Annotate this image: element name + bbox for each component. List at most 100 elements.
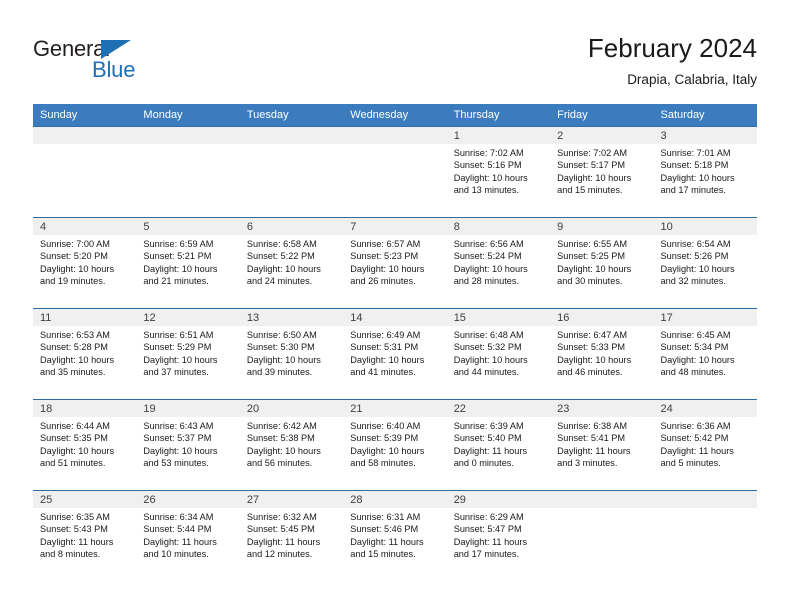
calendar-day-cell[interactable]: 17 Sunrise: 6:45 AM Sunset: 5:34 PM Dayligh… [653,308,757,400]
daylight-text: Daylight: 10 hours [557,263,632,274]
calendar-day-cell[interactable]: 11 Sunrise: 6:53 AM Sunset: 5:28 PM Dayligh… [33,308,137,400]
day-cell-inner: 25 Sunrise: 6:35 AM Sunset: 5:43 PM Dayligh… [33,491,137,581]
calendar-day-cell[interactable]: 24 Sunrise: 6:36 AM Sunset: 5:42 PM Dayligh… [653,399,757,491]
calendar-day-cell[interactable]: 21 Sunrise: 6:40 AM Sunset: 5:39 PM Dayligh… [343,399,447,491]
daylight-text: Daylight: 10 hours [40,354,115,365]
sunset-text: Sunset: 5:31 PM [350,342,419,353]
day-details [343,144,446,147]
daylight-text: Daylight: 10 hours [660,263,735,274]
day-details [240,144,343,147]
calendar-day-cell[interactable]: 8 Sunrise: 6:56 AM Sunset: 5:24 PM Daylight… [446,217,551,309]
day-number: 20 [239,400,344,417]
calendar-day-cell[interactable]: 25 Sunrise: 6:35 AM Sunset: 5:43 PM Dayligh… [33,490,137,581]
daylight-text-cont: and 15 minutes. [350,549,416,560]
calendar-day-cell[interactable]: 4 Sunrise: 7:00 AM Sunset: 5:20 PM Daylight… [33,217,137,309]
sunset-text: Sunset: 5:42 PM [660,433,729,444]
calendar-day-cell[interactable]: 1 Sunrise: 7:02 AM Sunset: 5:16 PM Daylight… [446,126,551,218]
calendar-day-cell[interactable]: 2 Sunrise: 7:02 AM Sunset: 5:17 PM Daylight… [550,126,654,218]
calendar-table: Sunday Monday Tuesday Wednesday Thursday… [33,104,757,581]
day-cell-inner: 15 Sunrise: 6:48 AM Sunset: 5:32 PM Dayligh… [446,309,551,399]
daylight-text-cont: and 8 minutes. [40,549,101,560]
daylight-text-cont: and 48 minutes. [660,367,726,378]
day-number [550,491,654,508]
sunrise-text: Sunrise: 7:02 AM [453,148,524,158]
day-number: 22 [446,400,551,417]
daylight-text-cont: and 26 minutes. [350,276,416,287]
sunset-text: Sunset: 5:16 PM [453,160,522,171]
sunrise-text: Sunrise: 6:57 AM [350,239,421,249]
calendar-day-cell[interactable]: 20 Sunrise: 6:42 AM Sunset: 5:38 PM Dayligh… [239,399,344,491]
calendar-day-cell[interactable]: 27 Sunrise: 6:32 AM Sunset: 5:45 PM Dayligh… [239,490,344,581]
sunrise-text: Sunrise: 6:31 AM [350,512,421,522]
calendar-day-cell[interactable]: 6 Sunrise: 6:58 AM Sunset: 5:22 PM Daylight… [239,217,344,309]
daylight-text-cont: and 32 minutes. [660,276,726,287]
calendar-day-cell[interactable]: 16 Sunrise: 6:47 AM Sunset: 5:33 PM Dayligh… [550,308,654,400]
daylight-text: Daylight: 11 hours [453,445,528,456]
calendar-day-cell[interactable]: 13 Sunrise: 6:50 AM Sunset: 5:30 PM Dayligh… [239,308,344,400]
daylight-text-cont: and 17 minutes. [660,185,726,196]
day-details: Sunrise: 6:40 AM Sunset: 5:39 PM Daylight:… [343,417,446,470]
day-cell-inner [653,491,757,581]
calendar-day-cell[interactable]: 12 Sunrise: 6:51 AM Sunset: 5:29 PM Dayligh… [136,308,240,400]
calendar-day-cell[interactable]: 15 Sunrise: 6:48 AM Sunset: 5:32 PM Dayligh… [446,308,551,400]
general-blue-logo[interactable]: General Blue [33,36,163,84]
sunrise-text: Sunrise: 6:36 AM [660,421,731,431]
day-details: Sunrise: 6:47 AM Sunset: 5:33 PM Daylight:… [550,326,653,379]
sunset-text: Sunset: 5:39 PM [350,433,419,444]
day-cell-inner: 24 Sunrise: 6:36 AM Sunset: 5:42 PM Dayligh… [653,400,757,490]
sunrise-text: Sunrise: 6:55 AM [557,239,628,249]
daylight-text-cont: and 0 minutes. [453,458,514,469]
day-details: Sunrise: 6:51 AM Sunset: 5:29 PM Daylight:… [136,326,239,379]
sunset-text: Sunset: 5:20 PM [40,251,108,262]
daylight-text: Daylight: 10 hours [660,172,735,183]
calendar-day-cell[interactable]: 3 Sunrise: 7:01 AM Sunset: 5:18 PM Daylight… [653,126,757,218]
calendar-day-cell[interactable]: 10 Sunrise: 6:54 AM Sunset: 5:26 PM Dayligh… [653,217,757,309]
day-number: 23 [550,400,654,417]
daylight-text-cont: and 46 minutes. [557,367,623,378]
day-cell-inner: 23 Sunrise: 6:38 AM Sunset: 5:41 PM Dayligh… [550,400,654,490]
calendar-empty-cell [33,126,137,218]
day-details: Sunrise: 6:42 AM Sunset: 5:38 PM Daylight:… [240,417,343,470]
daylight-text: Daylight: 10 hours [143,354,218,365]
sunset-text: Sunset: 5:41 PM [557,433,626,444]
calendar-empty-cell [239,126,344,218]
daylight-text: Daylight: 11 hours [557,445,631,456]
day-cell-inner: 5 Sunrise: 6:59 AM Sunset: 5:21 PM Daylight… [136,218,240,308]
calendar-day-cell[interactable]: 26 Sunrise: 6:34 AM Sunset: 5:44 PM Dayligh… [136,490,240,581]
day-details: Sunrise: 6:53 AM Sunset: 5:28 PM Daylight:… [33,326,136,379]
calendar-day-cell[interactable]: 29 Sunrise: 6:29 AM Sunset: 5:47 PM Dayligh… [446,490,551,581]
day-cell-inner: 20 Sunrise: 6:42 AM Sunset: 5:38 PM Dayligh… [239,400,344,490]
calendar-day-cell[interactable]: 7 Sunrise: 6:57 AM Sunset: 5:23 PM Daylight… [343,217,447,309]
day-details: Sunrise: 6:29 AM Sunset: 5:47 PM Daylight:… [447,508,550,561]
day-number: 6 [239,218,344,235]
daylight-text-cont: and 39 minutes. [246,367,313,378]
sunrise-text: Sunrise: 6:43 AM [143,421,214,431]
daylight-text: Daylight: 10 hours [660,354,735,365]
day-number [653,491,757,508]
sunset-text: Sunset: 5:23 PM [350,251,419,262]
calendar-day-cell[interactable]: 14 Sunrise: 6:49 AM Sunset: 5:31 PM Dayligh… [343,308,447,400]
calendar-day-cell[interactable]: 23 Sunrise: 6:38 AM Sunset: 5:41 PM Dayligh… [550,399,654,491]
calendar-day-cell[interactable]: 18 Sunrise: 6:44 AM Sunset: 5:35 PM Dayligh… [33,399,137,491]
day-number: 18 [33,400,137,417]
daylight-text-cont: and 30 minutes. [557,276,623,287]
day-cell-inner: 21 Sunrise: 6:40 AM Sunset: 5:39 PM Dayligh… [343,400,447,490]
calendar-day-cell[interactable]: 5 Sunrise: 6:59 AM Sunset: 5:21 PM Daylight… [136,217,240,309]
day-number: 29 [446,491,551,508]
daylight-text-cont: and 19 minutes. [40,276,106,287]
daylight-text: Daylight: 10 hours [143,263,218,274]
sunrise-text: Sunrise: 7:00 AM [40,239,110,249]
sunrise-text: Sunrise: 6:29 AM [453,512,524,522]
calendar-day-cell[interactable]: 9 Sunrise: 6:55 AM Sunset: 5:25 PM Daylight… [550,217,654,309]
daylight-text-cont: and 56 minutes. [246,458,313,469]
calendar-day-cell[interactable]: 19 Sunrise: 6:43 AM Sunset: 5:37 PM Dayligh… [136,399,240,491]
calendar-day-cell[interactable]: 28 Sunrise: 6:31 AM Sunset: 5:46 PM Dayligh… [343,490,447,581]
day-cell-inner: 16 Sunrise: 6:47 AM Sunset: 5:33 PM Dayligh… [550,309,654,399]
calendar-day-cell[interactable]: 22 Sunrise: 6:39 AM Sunset: 5:40 PM Dayligh… [446,399,551,491]
daylight-text-cont: and 51 minutes. [40,458,106,469]
day-details: Sunrise: 6:58 AM Sunset: 5:22 PM Daylight:… [240,235,343,288]
sunrise-text: Sunrise: 6:39 AM [453,421,524,431]
daylight-text: Daylight: 10 hours [246,263,321,274]
daylight-text: Daylight: 11 hours [350,536,424,547]
day-cell-inner: 7 Sunrise: 6:57 AM Sunset: 5:23 PM Daylight… [343,218,447,308]
